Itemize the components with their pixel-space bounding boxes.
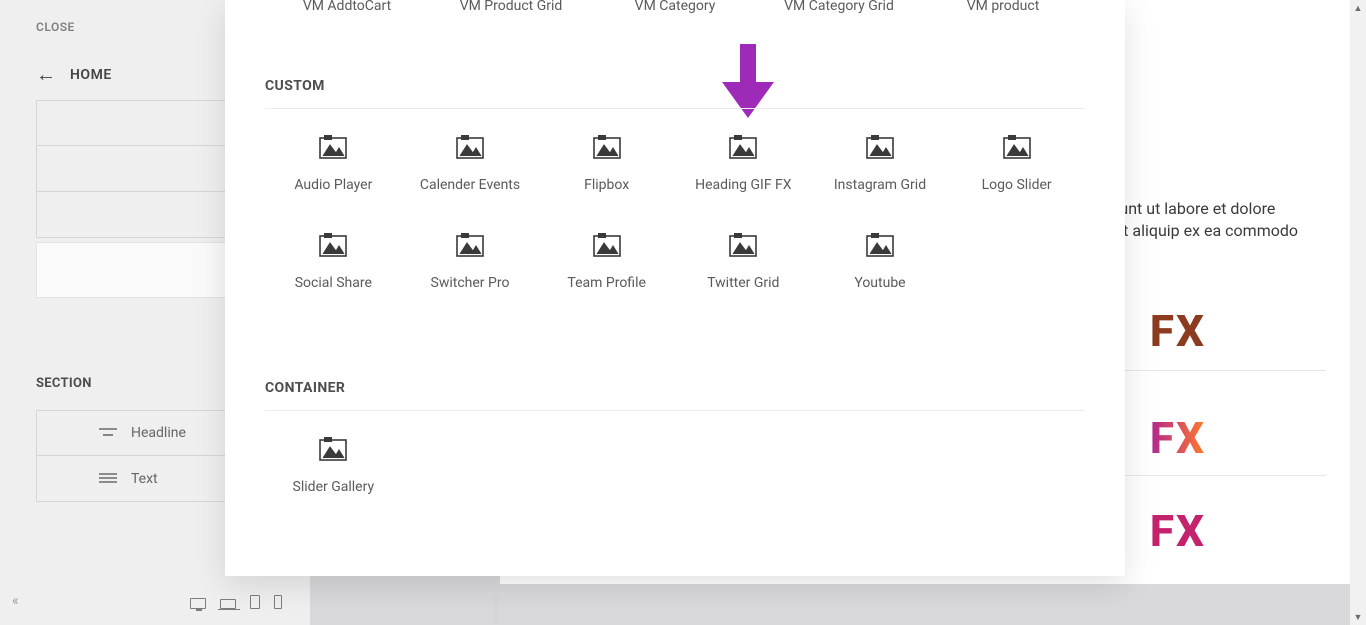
device-tablet-icon[interactable] xyxy=(250,595,260,609)
image-icon xyxy=(866,233,894,257)
image-icon xyxy=(456,233,484,257)
group-title: CUSTOM xyxy=(265,78,1085,109)
image-icon xyxy=(319,135,347,159)
element-library-modal: VM AddtoCart VM Product Grid VM Category… xyxy=(225,0,1125,576)
cell-label: Slider Gallery xyxy=(293,479,375,495)
element-instagram-grid[interactable]: Instagram Grid xyxy=(812,135,949,193)
cell-label: Switcher Pro xyxy=(431,275,510,291)
device-phone-icon[interactable] xyxy=(274,595,282,609)
home-label: HOME xyxy=(70,67,112,83)
element-slider-gallery[interactable]: Slider Gallery xyxy=(265,437,402,495)
cell-label: Flipbox xyxy=(584,177,629,193)
device-desktop-icon[interactable] xyxy=(190,598,206,609)
text-icon xyxy=(99,472,117,486)
vm-item[interactable]: VM Category Grid xyxy=(757,0,921,14)
element-switcher-pro[interactable]: Switcher Pro xyxy=(402,233,539,291)
element-audio-player[interactable]: Audio Player xyxy=(265,135,402,193)
section-row-label: Text xyxy=(131,471,158,487)
element-youtube[interactable]: Youtube xyxy=(812,233,949,291)
image-icon xyxy=(319,437,347,461)
cell-label: Calender Events xyxy=(420,177,520,193)
image-icon xyxy=(729,135,757,159)
group-title: CONTAINER xyxy=(265,380,1085,411)
scroll-down-icon[interactable]: ▼ xyxy=(1350,609,1366,625)
image-icon xyxy=(729,233,757,257)
container-grid: Slider Gallery xyxy=(265,437,1085,495)
resize-handle[interactable] xyxy=(493,595,499,623)
cell-label: Social Share xyxy=(295,275,372,291)
device-laptop-icon[interactable] xyxy=(220,599,236,609)
preview-fx-3: FX xyxy=(1150,505,1206,557)
page-scrollbar[interactable]: ▲ ▼ xyxy=(1350,0,1366,625)
cell-label: Team Profile xyxy=(567,275,645,291)
close-button[interactable]: CLOSE xyxy=(36,20,75,34)
image-icon xyxy=(593,233,621,257)
vm-item[interactable]: VM product xyxy=(921,0,1085,14)
preview-fx-2: FX xyxy=(1150,412,1206,464)
cell-label: Instagram Grid xyxy=(834,177,926,193)
group-custom: CUSTOM Audio Player Calender Events Flip… xyxy=(265,78,1085,291)
group-container: CONTAINER Slider Gallery xyxy=(265,380,1085,495)
element-logo-slider[interactable]: Logo Slider xyxy=(948,135,1085,193)
element-team-profile[interactable]: Team Profile xyxy=(538,233,675,291)
home-row[interactable]: ← HOME xyxy=(36,62,112,87)
preview-fx-1: FX xyxy=(1150,305,1206,357)
headline-icon xyxy=(99,427,117,439)
image-icon xyxy=(866,135,894,159)
cell-label: Heading GIF FX xyxy=(695,177,791,193)
element-flipbox[interactable]: Flipbox xyxy=(538,135,675,193)
vm-row: VM AddtoCart VM Product Grid VM Category… xyxy=(265,0,1085,14)
element-social-share[interactable]: Social Share xyxy=(265,233,402,291)
element-twitter-grid[interactable]: Twitter Grid xyxy=(675,233,812,291)
cell-label: Youtube xyxy=(854,275,905,291)
device-switcher xyxy=(190,595,282,609)
section-row-label: Headline xyxy=(131,425,186,441)
cell-label: Twitter Grid xyxy=(707,275,779,291)
vm-item[interactable]: VM Product Grid xyxy=(429,0,593,14)
vm-item[interactable]: VM AddtoCart xyxy=(265,0,429,14)
image-icon xyxy=(319,233,347,257)
image-icon xyxy=(593,135,621,159)
image-icon xyxy=(1003,135,1031,159)
element-heading-gif-fx[interactable]: Heading GIF FX xyxy=(675,135,812,193)
cell-label: Audio Player xyxy=(294,177,372,193)
image-icon xyxy=(456,135,484,159)
element-calender-events[interactable]: Calender Events xyxy=(402,135,539,193)
cell-label: Logo Slider xyxy=(982,177,1052,193)
vm-item[interactable]: VM Category xyxy=(593,0,757,14)
custom-grid: Audio Player Calender Events Flipbox Hea… xyxy=(265,135,1085,291)
arrow-left-icon: ← xyxy=(36,62,56,87)
scroll-up-icon[interactable]: ▲ xyxy=(1350,0,1366,16)
preview-lead-text: idunt ut labore et dolore i ut aliquip e… xyxy=(1106,198,1298,242)
section-heading: SECTION xyxy=(36,376,92,391)
app-root: CLOSE ← HOME –x– He SECTION xyxy=(0,0,1366,625)
collapse-sidebar-button[interactable]: « xyxy=(12,593,19,609)
